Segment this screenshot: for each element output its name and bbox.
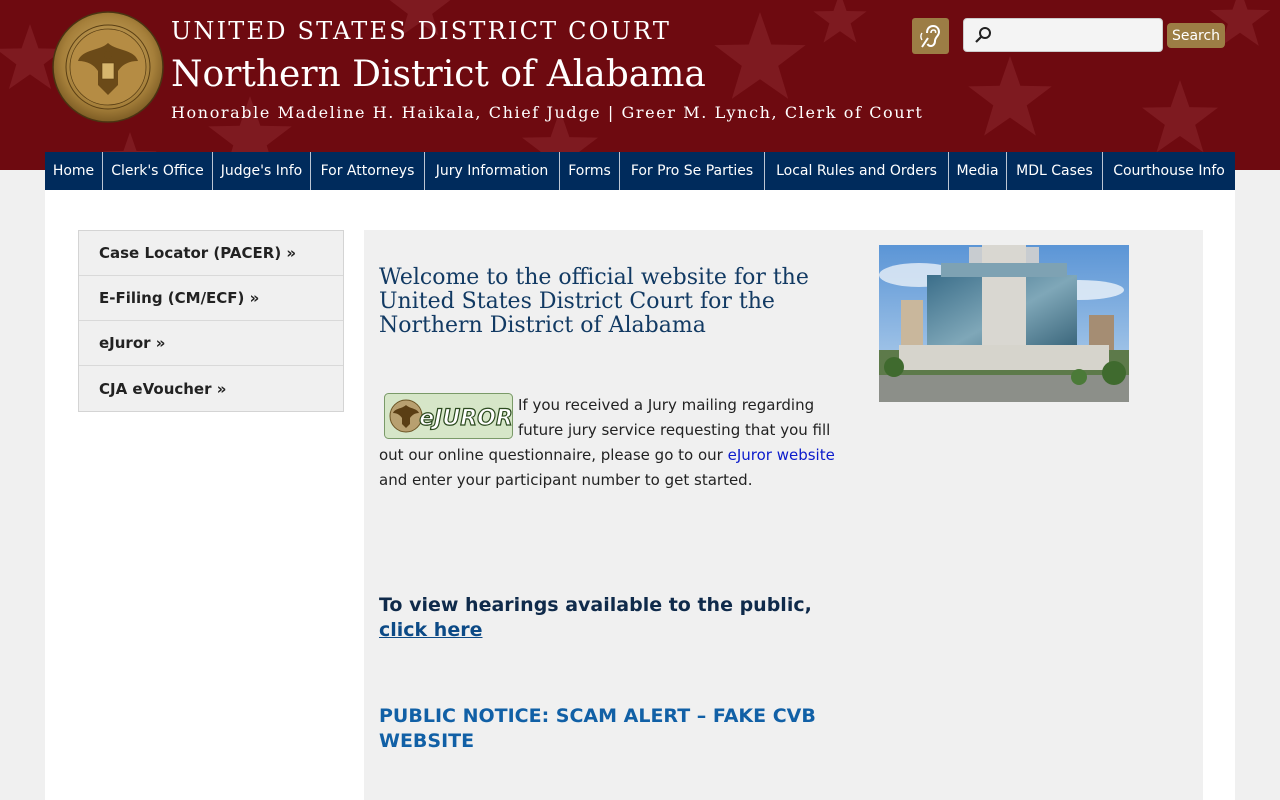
court-name-line: UNITED STATES DISTRICT COURT (171, 17, 672, 45)
search-field[interactable] (963, 18, 1163, 52)
nav-item-clerks-office[interactable]: Clerk's Office (103, 152, 213, 190)
court-seal-logo[interactable] (52, 11, 164, 123)
court-title-block: UNITED STATES DISTRICT COURT Northern Di… (171, 14, 923, 125)
jury-notice-paragraph: If you received a Jury mailing regarding… (379, 393, 859, 493)
badge-spacer (379, 393, 518, 441)
nav-item-forms[interactable]: Forms (560, 152, 620, 190)
nav-item-media[interactable]: Media (949, 152, 1007, 190)
magnifier-icon (975, 27, 991, 43)
courthouse-photo (879, 245, 1129, 402)
officials-line: Honorable Madeline H. Haikala, Chief Jud… (171, 103, 924, 122)
nav-item-local-rules[interactable]: Local Rules and Orders (765, 152, 949, 190)
hearings-text: To view hearings available to the public… (379, 594, 812, 616)
scam-alert-notice-link[interactable]: PUBLIC NOTICE: SCAM ALERT – FAKE CVB WEB… (379, 704, 849, 754)
ejuror-website-link[interactable]: eJuror website (728, 446, 835, 464)
sidebar-item-cja-evoucher[interactable]: CJA eVoucher » (79, 366, 343, 411)
site-header: UNITED STATES DISTRICT COURT Northern Di… (0, 0, 1280, 170)
hearing-accessibility-icon (919, 24, 940, 48)
nav-item-home[interactable]: Home (45, 152, 103, 190)
nav-item-jury-information[interactable]: Jury Information (425, 152, 560, 190)
search-button[interactable]: Search (1167, 23, 1225, 48)
nav-item-pro-se[interactable]: For Pro Se Parties (620, 152, 765, 190)
hearings-notice: To view hearings available to the public… (379, 593, 849, 643)
main-nav: Home Clerk's Office Judge's Info For Att… (45, 152, 1235, 190)
search-input[interactable] (998, 23, 1158, 47)
nav-item-mdl-cases[interactable]: MDL Cases (1007, 152, 1103, 190)
sidebar-item-ejuror[interactable]: eJuror » (79, 321, 343, 366)
sidebar-item-case-locator[interactable]: Case Locator (PACER) » (79, 231, 343, 276)
nav-item-courthouse-info[interactable]: Courthouse Info (1103, 152, 1235, 190)
nav-item-for-attorneys[interactable]: For Attorneys (311, 152, 425, 190)
jury-text-tail: and enter your participant number to get… (379, 471, 753, 489)
hearings-click-here-link[interactable]: click here (379, 619, 482, 641)
district-name[interactable]: Northern District of Alabama (171, 51, 923, 99)
welcome-heading: Welcome to the official website for the … (379, 265, 809, 338)
quick-links-sidebar: Case Locator (PACER) » E-Filing (CM/ECF)… (78, 230, 344, 412)
sidebar-item-efiling[interactable]: E-Filing (CM/ECF) » (79, 276, 343, 321)
accessibility-button[interactable] (912, 18, 949, 54)
nav-item-judges-info[interactable]: Judge's Info (213, 152, 311, 190)
